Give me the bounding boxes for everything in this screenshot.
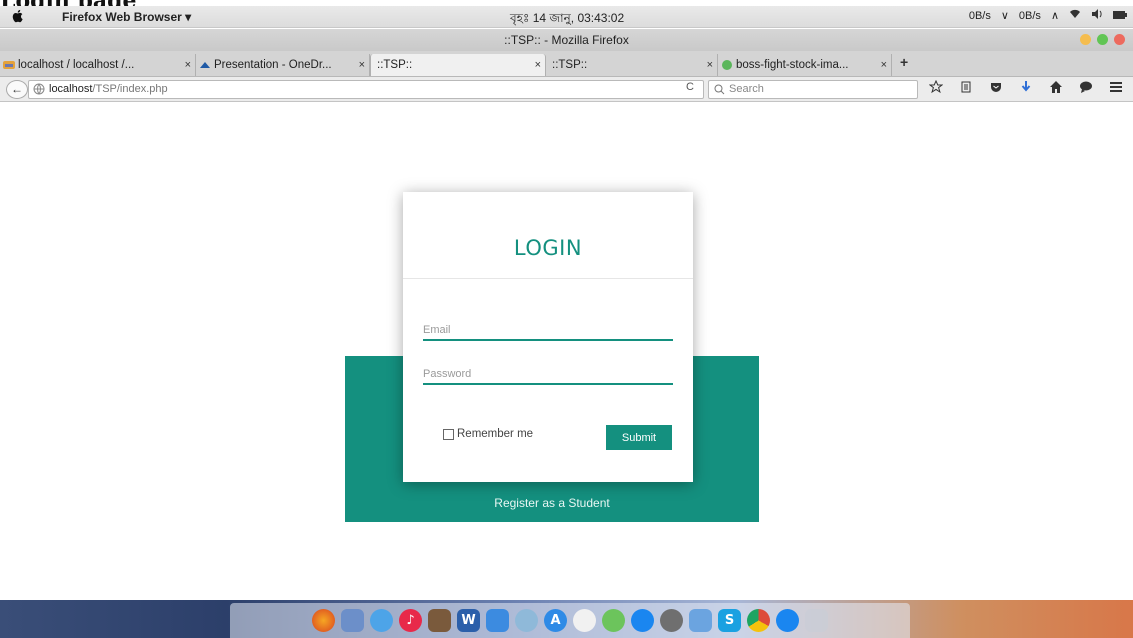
- checkbox-box[interactable]: [443, 428, 454, 440]
- back-button[interactable]: ←: [6, 80, 28, 99]
- globe-icon: [33, 83, 45, 95]
- tab-label: Presentation - OneDr...: [214, 59, 332, 71]
- login-card: LOGIN Remember me Submit: [403, 192, 693, 482]
- messages-icon[interactable]: [370, 609, 393, 632]
- finder-icon[interactable]: [486, 609, 509, 632]
- window-title-bar: ::TSP:: - Mozilla Firefox: [0, 29, 1133, 51]
- minimize-button[interactable]: [1080, 34, 1091, 45]
- chrome-icon[interactable]: [747, 609, 770, 632]
- wifi-icon[interactable]: [1069, 9, 1081, 22]
- maximize-button[interactable]: [1097, 34, 1108, 45]
- download-icon[interactable]: [1018, 80, 1034, 97]
- app-store-icon[interactable]: A: [544, 609, 567, 632]
- remember-me-checkbox[interactable]: Remember me: [443, 428, 533, 440]
- new-tab-button[interactable]: +: [900, 54, 908, 70]
- url-path: /TSP/index.php: [92, 83, 168, 95]
- ical-icon[interactable]: [573, 609, 596, 632]
- login-title: LOGIN: [513, 236, 583, 260]
- system-tray: 0B/s ∨ 0B/s ∧: [969, 9, 1127, 22]
- register-student-link[interactable]: Register as a Student: [345, 496, 759, 510]
- tab-label: ::TSP::: [552, 59, 588, 71]
- tab-label: boss-fight-stock-ima...: [736, 59, 849, 71]
- tab-close-icon[interactable]: ×: [359, 54, 365, 76]
- onedrive-icon: [200, 62, 210, 68]
- url-host: localhost: [49, 83, 93, 95]
- app-menu[interactable]: Firefox Web Browser ▾: [62, 10, 191, 24]
- search-input[interactable]: Search: [708, 80, 918, 99]
- firefox-icon[interactable]: [312, 609, 335, 632]
- xcode-icon[interactable]: [689, 609, 712, 632]
- window-title: ::TSP:: - Mozilla Firefox: [504, 33, 629, 47]
- tab-close-icon[interactable]: ×: [185, 54, 191, 76]
- skype-icon[interactable]: S: [718, 609, 741, 632]
- submit-button[interactable]: Submit: [606, 425, 672, 450]
- tab-close-icon[interactable]: ×: [535, 54, 541, 76]
- search-placeholder: Search: [729, 83, 764, 95]
- word-icon[interactable]: W: [457, 609, 480, 632]
- phpmyadmin-icon: [3, 61, 15, 69]
- card-divider: [403, 278, 693, 279]
- launchpad-icon[interactable]: [805, 609, 828, 632]
- window-controls: [1080, 34, 1125, 45]
- tray-chevron-up-icon[interactable]: ∧: [1051, 9, 1059, 22]
- photo-icon[interactable]: [428, 609, 451, 632]
- tab-close-icon[interactable]: ×: [881, 54, 887, 76]
- home-icon[interactable]: [1048, 80, 1064, 97]
- page-content: Register as a Student LOGIN Remember me …: [0, 103, 1133, 573]
- url-bar[interactable]: localhost/TSP/index.php: [28, 80, 704, 99]
- close-window-button[interactable]: [1114, 34, 1125, 45]
- tab-close-icon[interactable]: ×: [707, 54, 713, 76]
- pocket-icon[interactable]: [988, 80, 1004, 97]
- navigation-bar: ← localhost/TSP/index.php C Search: [0, 77, 1133, 102]
- password-field[interactable]: [423, 365, 673, 385]
- tab-tsp[interactable]: ::TSP:: ×: [546, 54, 718, 76]
- dock: ♪ W A S: [230, 603, 910, 638]
- tab-phpmyadmin[interactable]: localhost / localhost /... ×: [0, 54, 196, 76]
- tab-tsp-active[interactable]: ::TSP:: ×: [370, 54, 546, 76]
- email-field[interactable]: [423, 321, 673, 341]
- bookmark-star-icon[interactable]: [928, 79, 944, 97]
- messenger2-icon[interactable]: [776, 609, 799, 632]
- system-icon[interactable]: [515, 609, 538, 632]
- network-down-rate: 0B/s: [968, 9, 991, 22]
- reading-list-icon[interactable]: [958, 80, 974, 97]
- tray-chevron-down-icon[interactable]: ∨: [1001, 9, 1009, 22]
- system-clock: বৃহঃ 14 জানু, 03:43:02: [510, 11, 625, 25]
- system-menu-bar: Firefox Web Browser ▾ বৃহঃ 14 জানু, 03:4…: [0, 6, 1133, 28]
- toolbar-icons: [928, 79, 1124, 97]
- boss-fight-icon: [722, 60, 732, 70]
- messenger-icon[interactable]: [631, 609, 654, 632]
- chat-icon[interactable]: [1078, 80, 1094, 97]
- preview-icon[interactable]: [341, 609, 364, 632]
- settings-icon[interactable]: [660, 609, 683, 632]
- music-icon[interactable]: ♪: [399, 609, 422, 632]
- reload-icon[interactable]: C: [686, 81, 694, 93]
- network-up-rate: 0B/s: [1018, 9, 1041, 22]
- menu-icon[interactable]: [1108, 80, 1124, 97]
- remember-me-label: Remember me: [457, 428, 534, 440]
- search-icon: [714, 84, 725, 95]
- maps-icon[interactable]: [602, 609, 625, 632]
- volume-icon[interactable]: [1091, 9, 1103, 22]
- tab-label: localhost / localhost /...: [18, 59, 135, 71]
- tab-boss-fight[interactable]: boss-fight-stock-ima... ×: [718, 54, 892, 76]
- apple-icon[interactable]: [10, 8, 26, 24]
- tab-label: ::TSP::: [377, 59, 413, 71]
- tab-bar: localhost / localhost /... × Presentatio…: [0, 51, 1133, 77]
- battery-icon[interactable]: [1113, 10, 1127, 22]
- tab-onedrive[interactable]: Presentation - OneDr... ×: [196, 54, 370, 76]
